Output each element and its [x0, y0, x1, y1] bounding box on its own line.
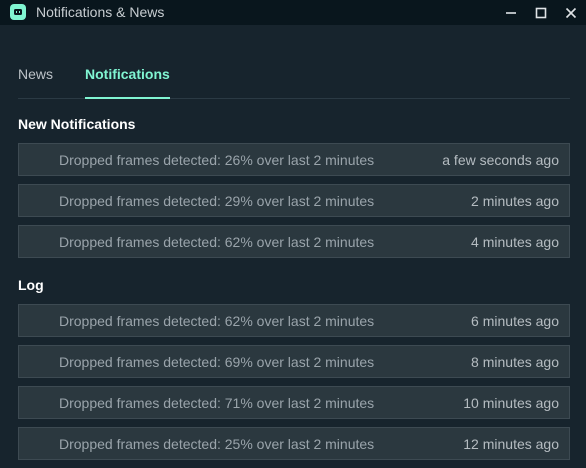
log-time: 6 minutes ago [471, 313, 559, 329]
log-message: Dropped frames detected: 71% over last 2… [59, 395, 375, 411]
log-message: Dropped frames detected: 69% over last 2… [59, 354, 375, 370]
notification-time: 2 minutes ago [471, 193, 559, 209]
window-title: Notifications & News [36, 4, 165, 20]
notification-time: a few seconds ago [442, 152, 559, 168]
log-row[interactable]: Dropped frames detected: 71% over last 2… [18, 386, 570, 419]
log-time: 8 minutes ago [471, 354, 559, 370]
log-heading: Log [18, 277, 44, 293]
notification-message: Dropped frames detected: 26% over last 2… [59, 152, 375, 168]
notification-message: Dropped frames detected: 29% over last 2… [59, 193, 375, 209]
new-notifications-heading: New Notifications [18, 116, 136, 132]
notification-row[interactable]: Dropped frames detected: 26% over last 2… [18, 143, 570, 176]
log-row[interactable]: Dropped frames detected: 62% over last 2… [18, 304, 570, 337]
notification-time: 4 minutes ago [471, 234, 559, 250]
notification-row[interactable]: Dropped frames detected: 29% over last 2… [18, 184, 570, 217]
notification-row[interactable]: Dropped frames detected: 62% over last 2… [18, 225, 570, 258]
tab-news[interactable]: News [18, 66, 53, 82]
maximize-button[interactable] [526, 0, 556, 25]
log-time: 12 minutes ago [463, 436, 559, 452]
notification-message: Dropped frames detected: 62% over last 2… [59, 234, 375, 250]
tab-bar: News Notifications [18, 56, 570, 99]
tab-notifications[interactable]: Notifications [85, 66, 170, 99]
minimize-button[interactable] [496, 0, 526, 25]
log-message: Dropped frames detected: 62% over last 2… [59, 313, 375, 329]
title-bar[interactable]: Notifications & News [0, 0, 586, 25]
close-button[interactable] [556, 0, 586, 25]
minimize-icon [506, 11, 516, 14]
log-message: Dropped frames detected: 25% over last 2… [59, 436, 375, 452]
close-icon [565, 7, 577, 18]
streamlabs-app-icon [10, 4, 26, 20]
log-row[interactable]: Dropped frames detected: 69% over last 2… [18, 345, 570, 378]
log-time: 10 minutes ago [463, 395, 559, 411]
log-list: Dropped frames detected: 62% over last 2… [18, 304, 570, 468]
new-notifications-list: Dropped frames detected: 26% over last 2… [18, 143, 570, 266]
log-row[interactable]: Dropped frames detected: 25% over last 2… [18, 427, 570, 460]
maximize-icon [535, 7, 547, 18]
